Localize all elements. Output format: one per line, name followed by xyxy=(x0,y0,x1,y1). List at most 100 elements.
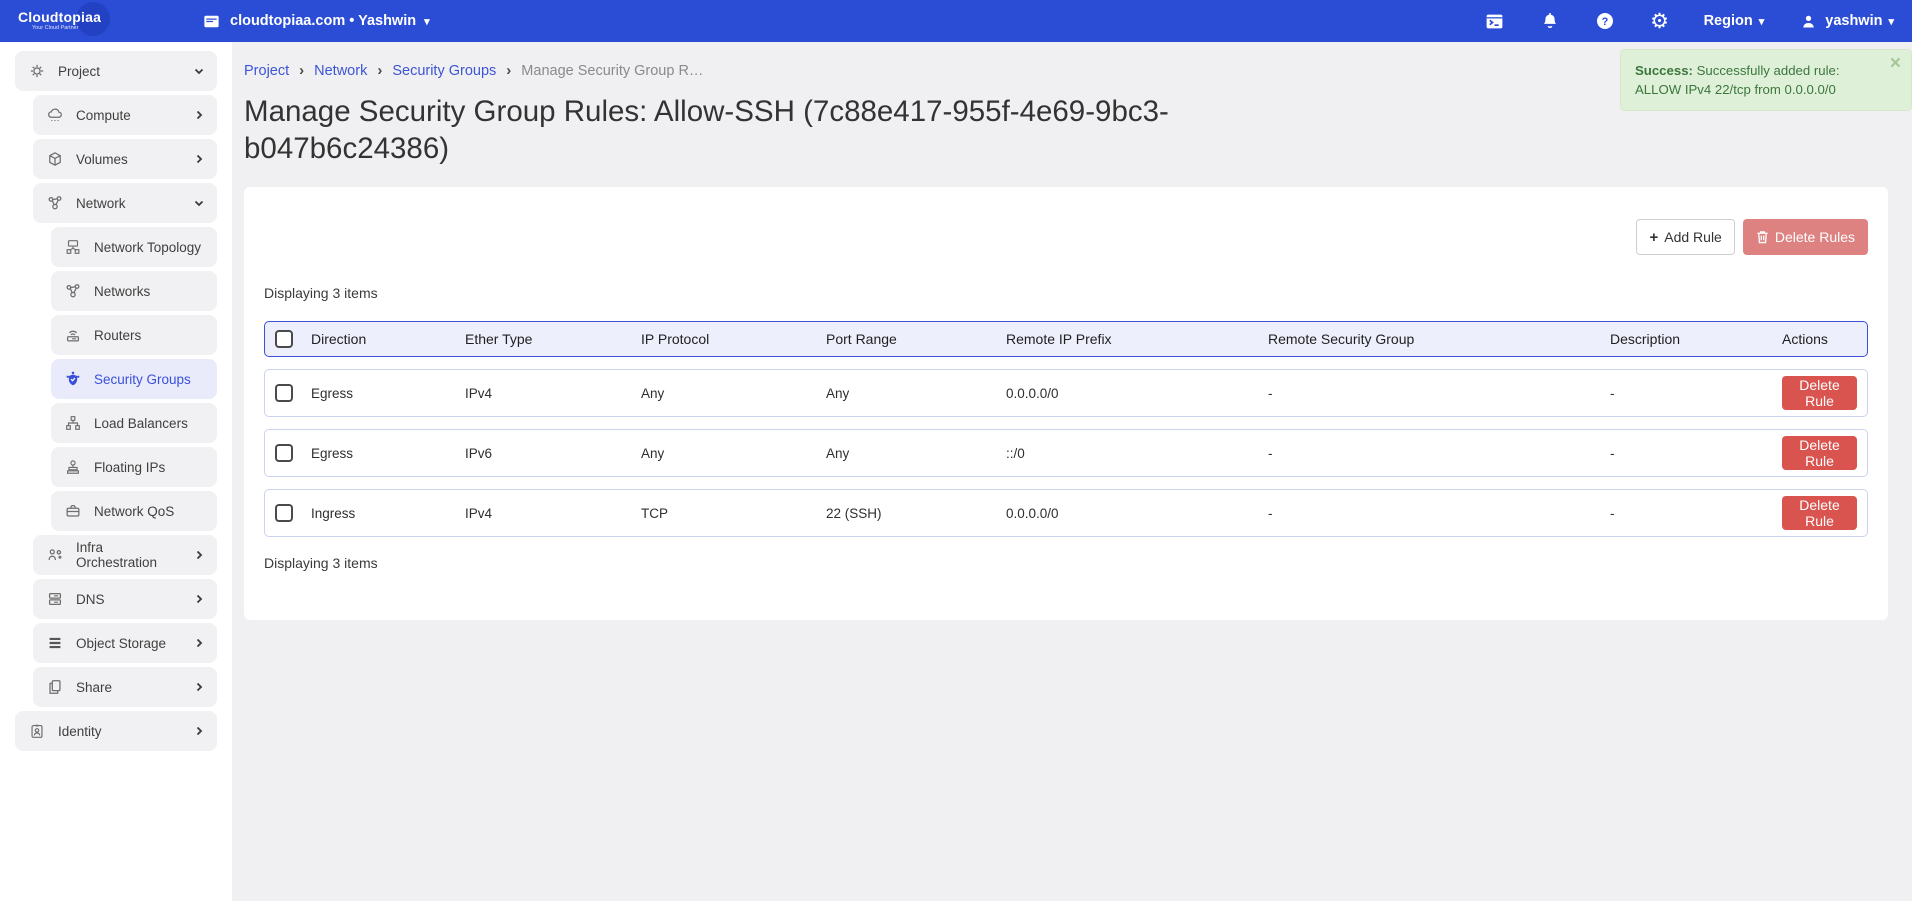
sidebar-item-label: Object Storage xyxy=(76,636,166,651)
sidebar-item-volumes[interactable]: Volumes xyxy=(33,139,217,179)
success-toast: Success: Successfully added rule: ALLOW … xyxy=(1620,49,1912,111)
items-count-top: Displaying 3 items xyxy=(264,285,1868,301)
sidebar-item-label: Volumes xyxy=(76,152,128,167)
select-all-checkbox[interactable] xyxy=(275,330,293,348)
chevron-down-icon xyxy=(193,197,205,209)
cell-remote-ip-prefix: 0.0.0.0/0 xyxy=(1006,506,1268,521)
sidebar-item-label: Network xyxy=(76,196,126,211)
settings-gear-icon[interactable]: ⚙ xyxy=(1649,10,1671,32)
rules-table-header: Direction Ether Type IP Protocol Port Ra… xyxy=(264,321,1868,357)
delete-rule-button[interactable]: Delete Rule xyxy=(1782,436,1857,470)
add-rule-button[interactable]: + Add Rule xyxy=(1636,219,1734,255)
sidebar-item-label: Project xyxy=(58,64,100,79)
volumes-cube-icon xyxy=(45,149,65,169)
column-header: Remote IP Prefix xyxy=(1006,331,1268,347)
cell-description: - xyxy=(1610,506,1782,521)
cell-description: - xyxy=(1610,386,1782,401)
cell-remote-security-group: - xyxy=(1268,386,1610,401)
plus-icon: + xyxy=(1649,229,1658,246)
context-label: cloudtopiaa.com • Yashwin xyxy=(230,13,416,29)
cell-direction: Egress xyxy=(311,446,465,461)
user-icon xyxy=(1797,10,1819,32)
help-icon[interactable]: ? xyxy=(1594,10,1616,32)
sidebar-item-object-storage[interactable]: Object Storage xyxy=(33,623,217,663)
brand-tagline: Your Cloud Partner xyxy=(32,26,168,32)
breadcrumb-separator-icon: › xyxy=(377,62,382,79)
breadcrumb-separator-icon: › xyxy=(299,62,304,79)
sidebar-item-dns[interactable]: DNS xyxy=(33,579,217,619)
region-dropdown[interactable]: Region ▾ xyxy=(1704,13,1765,29)
cell-description: - xyxy=(1610,446,1782,461)
brand-name: Cloudtopiaa xyxy=(18,10,168,24)
sidebar-item-network-topology[interactable]: Network Topology xyxy=(51,227,217,267)
cell-remote-security-group: - xyxy=(1268,506,1610,521)
infra-orchestration-icon xyxy=(45,545,65,565)
column-header: IP Protocol xyxy=(641,331,826,347)
sidebar-item-networks[interactable]: Networks xyxy=(51,271,217,311)
cell-direction: Egress xyxy=(311,386,465,401)
sidebar-item-label: Identity xyxy=(58,724,102,739)
routers-icon xyxy=(63,325,83,345)
console-window-icon xyxy=(200,10,222,32)
breadcrumb-link-project[interactable]: Project xyxy=(244,63,289,79)
breadcrumb-link-network[interactable]: Network xyxy=(314,63,367,79)
compute-cloud-icon xyxy=(45,105,65,125)
brand-logo[interactable]: Cloudtopiaa Your Cloud Partner xyxy=(18,10,168,32)
chevron-down-icon: ▾ xyxy=(1759,15,1765,28)
sidebar-item-label: Floating IPs xyxy=(94,460,165,475)
delete-rules-button[interactable]: Delete Rules xyxy=(1743,219,1868,255)
column-header: Actions xyxy=(1782,331,1857,347)
breadcrumb-separator-icon: › xyxy=(506,62,511,79)
sidebar-item-routers[interactable]: Routers xyxy=(51,315,217,355)
sidebar-item-label: Infra Orchestration xyxy=(76,540,182,570)
user-menu[interactable]: yashwin ▾ xyxy=(1797,10,1894,32)
trash-icon xyxy=(1756,230,1769,244)
identity-badge-icon xyxy=(27,721,47,741)
user-label: yashwin xyxy=(1825,13,1882,29)
sidebar-item-label: Load Balancers xyxy=(94,416,188,431)
cell-ether-type: IPv4 xyxy=(465,506,641,521)
sidebar-item-security-groups[interactable]: Security Groups xyxy=(51,359,217,399)
column-header: Ether Type xyxy=(465,331,641,347)
sidebar-item-network-qos[interactable]: Network QoS xyxy=(51,491,217,531)
breadcrumb-link-security-groups[interactable]: Security Groups xyxy=(392,63,496,79)
table-row: Ingress IPv4 TCP 22 (SSH) 0.0.0.0/0 - - … xyxy=(264,489,1868,537)
sidebar-item-identity[interactable]: Identity xyxy=(15,711,217,751)
sidebar-item-label: Share xyxy=(76,680,112,695)
items-count-bottom: Displaying 3 items xyxy=(264,555,1868,571)
sidebar-item-label: Compute xyxy=(76,108,131,123)
delete-rule-button[interactable]: Delete Rule xyxy=(1782,496,1857,530)
domain-project-switcher[interactable]: cloudtopiaa.com • Yashwin ▾ xyxy=(200,10,430,32)
sidebar-item-floating-ips[interactable]: Floating IPs xyxy=(51,447,217,487)
sidebar-item-share[interactable]: Share xyxy=(33,667,217,707)
top-navbar: Cloudtopiaa Your Cloud Partner cloudtopi… xyxy=(0,0,1912,42)
row-checkbox[interactable] xyxy=(275,504,293,522)
chevron-down-icon xyxy=(193,65,205,77)
bell-icon[interactable] xyxy=(1539,10,1561,32)
sidebar-item-project[interactable]: Project xyxy=(15,51,217,91)
chevron-right-icon xyxy=(193,593,205,605)
sidebar-item-network[interactable]: Network xyxy=(33,183,217,223)
sidebar-item-infra-orchestration[interactable]: Infra Orchestration xyxy=(33,535,217,575)
cell-direction: Ingress xyxy=(311,506,465,521)
rules-toolbar: + Add Rule Delete Rules xyxy=(264,219,1868,255)
sidebar-item-label: Security Groups xyxy=(94,372,191,387)
load-balancers-icon xyxy=(63,413,83,433)
row-checkbox[interactable] xyxy=(275,384,293,402)
cell-ether-type: IPv4 xyxy=(465,386,641,401)
delete-rule-button[interactable]: Delete Rule xyxy=(1782,376,1857,410)
sidebar-item-load-balancers[interactable]: Load Balancers xyxy=(51,403,217,443)
terminal-icon[interactable] xyxy=(1484,10,1506,32)
network-qos-briefcase-icon xyxy=(63,501,83,521)
share-pages-icon xyxy=(45,677,65,697)
close-icon[interactable]: × xyxy=(1890,54,1901,73)
cell-ip-protocol: Any xyxy=(641,386,826,401)
sidebar-item-label: Network Topology xyxy=(94,240,201,255)
sidebar-item-compute[interactable]: Compute xyxy=(33,95,217,135)
sidebar: Project Compute Volumes Network xyxy=(0,42,232,901)
cell-ether-type: IPv6 xyxy=(465,446,641,461)
cell-remote-ip-prefix: 0.0.0.0/0 xyxy=(1006,386,1268,401)
breadcrumb-current: Manage Security Group R… xyxy=(521,63,703,79)
row-checkbox[interactable] xyxy=(275,444,293,462)
chevron-right-icon xyxy=(193,153,205,165)
